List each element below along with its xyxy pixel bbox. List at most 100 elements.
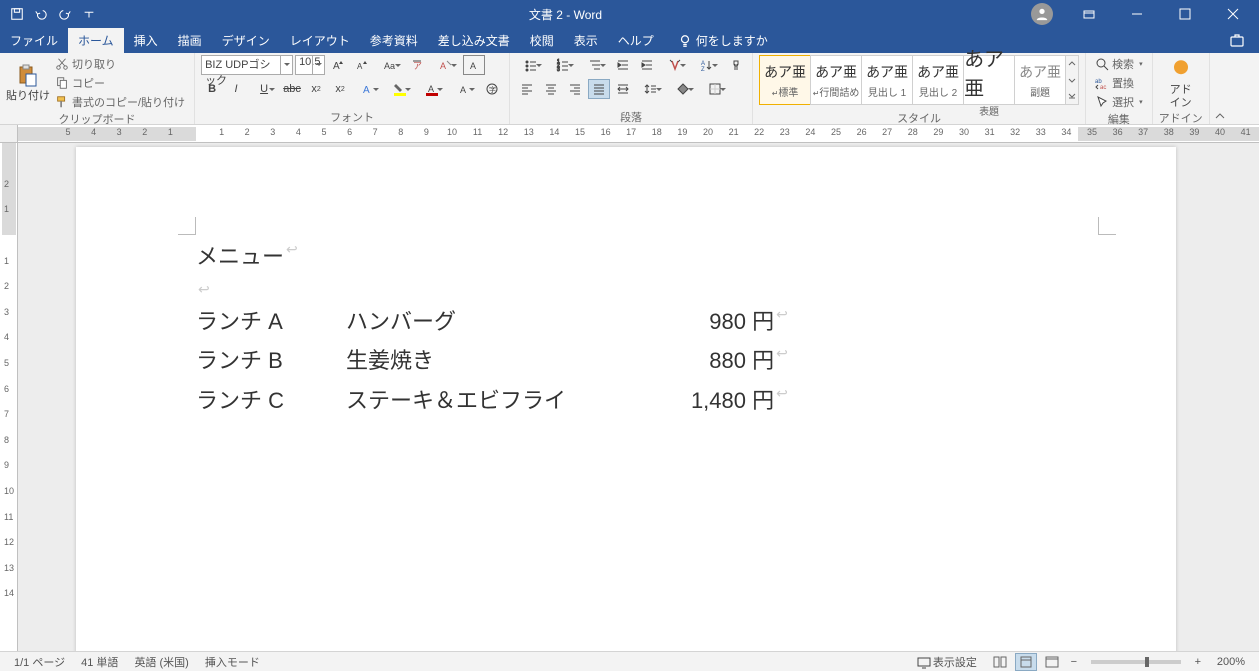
find-button[interactable]: 検索▾	[1092, 55, 1146, 73]
save-button[interactable]	[6, 3, 28, 25]
subscript-button[interactable]: x2	[305, 79, 327, 99]
paste-label: 貼り付け	[6, 90, 50, 102]
document-area[interactable]: メニュー↩ ↩ ランチ Aハンバーグ980 円↩ ランチ B生姜焼き880 円↩…	[18, 143, 1259, 651]
zoom-level[interactable]: 200%	[1209, 656, 1253, 668]
style-normal[interactable]: あア亜↵標準	[759, 55, 811, 105]
display-settings[interactable]: 表示設定	[909, 654, 985, 670]
style-heading1[interactable]: あア亜見出し 1	[861, 55, 913, 105]
collapse-ribbon[interactable]	[1210, 53, 1230, 124]
show-marks-button[interactable]	[724, 55, 746, 75]
zoom-in[interactable]: +	[1191, 656, 1205, 668]
table-row: ランチ B生姜焼き880 円↩	[196, 341, 1056, 381]
doc-title: 文書 2 - Word	[100, 6, 1031, 23]
tab-mailings[interactable]: 差し込み文書	[428, 28, 520, 53]
tab-view[interactable]: 表示	[564, 28, 608, 53]
phonetic-guide-button[interactable]: ア	[407, 55, 429, 75]
decrease-indent-button[interactable]	[612, 55, 634, 75]
view-web[interactable]	[1041, 653, 1063, 671]
page[interactable]: メニュー↩ ↩ ランチ Aハンバーグ980 円↩ ランチ B生姜焼き880 円↩…	[76, 147, 1176, 651]
tab-review[interactable]: 校閲	[520, 28, 564, 53]
sort-button[interactable]: AZ	[692, 55, 722, 75]
tell-me[interactable]: 何をしますか	[664, 28, 768, 53]
account-avatar[interactable]	[1031, 3, 1053, 25]
char-border-button[interactable]: A	[463, 55, 485, 75]
minimize-button[interactable]	[1115, 0, 1159, 28]
char-shading-button[interactable]: A	[449, 79, 479, 99]
view-read[interactable]	[989, 653, 1011, 671]
strike-button[interactable]: abc	[281, 79, 303, 99]
ruler-corner	[0, 125, 18, 143]
page-count[interactable]: 1/1 ページ	[6, 654, 73, 670]
align-right-button[interactable]	[564, 79, 586, 99]
share-button[interactable]	[1215, 28, 1259, 53]
borders-button[interactable]	[700, 79, 730, 99]
italic-button[interactable]: I	[225, 79, 247, 99]
tab-design[interactable]: デザイン	[212, 28, 280, 53]
shrink-font-button[interactable]: A	[351, 55, 373, 75]
enclose-char-button[interactable]: 字	[481, 79, 503, 99]
word-count[interactable]: 41 単語	[73, 654, 126, 670]
group-font: BIZ UDPゴシック 10.5 A A Aa ア A A B I U abc …	[195, 53, 510, 124]
zoom-slider[interactable]	[1091, 660, 1181, 664]
select-button[interactable]: 選択▾	[1092, 93, 1146, 111]
copy-icon	[55, 76, 69, 90]
clear-format-button[interactable]: A	[431, 55, 461, 75]
scissors-icon	[55, 57, 69, 71]
format-painter-button[interactable]: 書式のコピー/貼り付け	[52, 93, 188, 111]
cut-button[interactable]: 切り取り	[52, 55, 188, 73]
insert-mode[interactable]: 挿入モード	[197, 654, 268, 670]
align-center-button[interactable]	[540, 79, 562, 99]
ruler-vertical[interactable]: 211234567891011121314	[0, 143, 18, 651]
change-case-button[interactable]: Aa	[375, 55, 405, 75]
close-button[interactable]	[1211, 0, 1255, 28]
redo-button[interactable]	[54, 3, 76, 25]
svg-text:A: A	[440, 61, 446, 71]
style-no-spacing[interactable]: あア亜↵行間詰め	[810, 55, 862, 105]
replace-button[interactable]: abac置換	[1092, 74, 1146, 92]
justify-button[interactable]	[588, 79, 610, 99]
view-print[interactable]	[1015, 653, 1037, 671]
svg-text:A: A	[470, 61, 476, 71]
highlight-button[interactable]	[385, 79, 415, 99]
tab-references[interactable]: 参考資料	[360, 28, 428, 53]
shading-button[interactable]	[668, 79, 698, 99]
style-heading2[interactable]: あア亜見出し 2	[912, 55, 964, 105]
replace-icon: abac	[1095, 76, 1109, 90]
copy-button[interactable]: コピー	[52, 74, 188, 92]
styles-more[interactable]	[1065, 55, 1079, 105]
cursor-icon	[1095, 95, 1109, 109]
maximize-button[interactable]	[1163, 0, 1207, 28]
tab-help[interactable]: ヘルプ	[608, 28, 664, 53]
tab-home[interactable]: ホーム	[68, 28, 124, 53]
paste-button[interactable]: 貼り付け	[6, 55, 50, 110]
align-left-button[interactable]	[516, 79, 538, 99]
style-title[interactable]: あア亜表題	[963, 55, 1015, 105]
tab-insert[interactable]: 挿入	[124, 28, 168, 53]
numbering-button[interactable]: 123	[548, 55, 578, 75]
font-size-combo[interactable]: 10.5	[295, 55, 325, 75]
style-subtitle[interactable]: あア亜副題	[1014, 55, 1066, 105]
qat-customize[interactable]	[78, 3, 100, 25]
tab-layout[interactable]: レイアウト	[280, 28, 360, 53]
line-spacing-button[interactable]	[636, 79, 666, 99]
zoom-out[interactable]: −	[1067, 656, 1081, 668]
font-color-button[interactable]: A	[417, 79, 447, 99]
underline-button[interactable]: U	[249, 79, 279, 99]
distribute-button[interactable]	[612, 79, 634, 99]
addin-button[interactable]: アド イン	[1159, 55, 1203, 110]
tab-draw[interactable]: 描画	[168, 28, 212, 53]
superscript-button[interactable]: x2	[329, 79, 351, 99]
increase-indent-button[interactable]	[636, 55, 658, 75]
undo-button[interactable]	[30, 3, 52, 25]
table-row: ランチ Aハンバーグ980 円↩	[196, 302, 1056, 342]
bullets-button[interactable]	[516, 55, 546, 75]
font-name-combo[interactable]: BIZ UDPゴシック	[201, 55, 293, 75]
language[interactable]: 英語 (米国)	[126, 654, 196, 670]
multilevel-button[interactable]	[580, 55, 610, 75]
text-effects-button[interactable]: A	[353, 79, 383, 99]
ruler-horizontal[interactable]: 5432112345678910111213141516171819202122…	[18, 125, 1259, 143]
ribbon-display-options[interactable]	[1067, 0, 1111, 28]
grow-font-button[interactable]: A	[327, 55, 349, 75]
asian-layout-button[interactable]	[660, 55, 690, 75]
tab-file[interactable]: ファイル	[0, 28, 68, 53]
